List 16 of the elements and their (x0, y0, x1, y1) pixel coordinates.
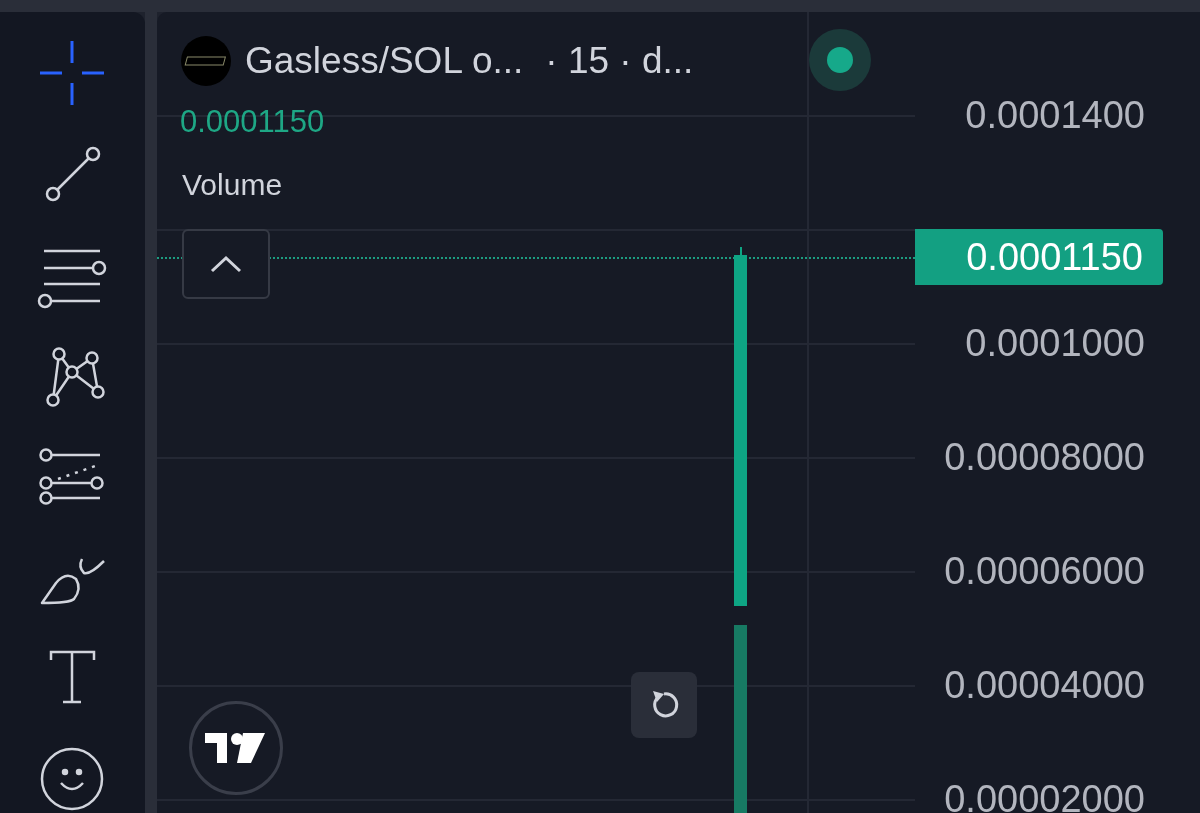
price-axis-label: 0.00006000 (944, 549, 1145, 594)
indicator-label[interactable]: Volume (182, 168, 283, 202)
caret-icon (208, 254, 244, 274)
token-logo-icon (181, 36, 231, 86)
symbol-title[interactable]: Gasless/SOL o... (245, 37, 524, 85)
price-axis-label: 0.0001000 (965, 321, 1145, 366)
price-axis-label: 0.0001400 (965, 93, 1145, 138)
last-price: 0.0001150 (180, 104, 325, 140)
reset-chart-button[interactable] (631, 672, 697, 738)
interval-text: · 15 · d... (545, 39, 694, 83)
price-axis-label: 0.00008000 (944, 435, 1145, 480)
crosshair-icon (37, 39, 106, 108)
price-axis-label: 0.00004000 (944, 663, 1145, 708)
chart-logo-icon[interactable] (189, 701, 283, 795)
price-axis-label: 0.00002000 (944, 777, 1145, 813)
current-price-badge: 0.0001150 (915, 229, 1163, 285)
